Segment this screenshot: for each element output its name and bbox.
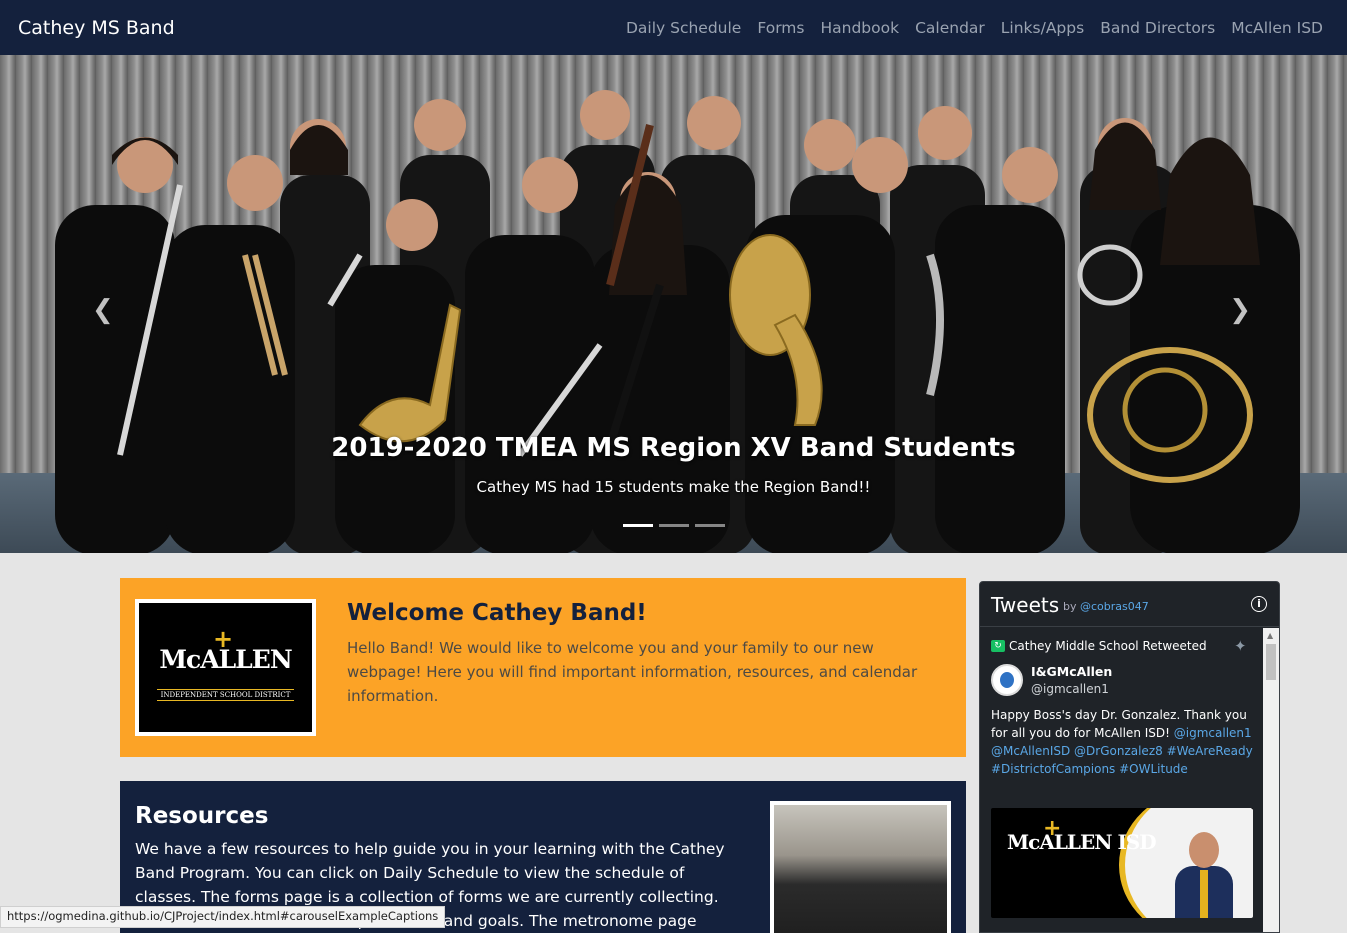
twitter-timeline: Tweets by @cobras047 i ↻ Cathey Middle S… [979,581,1280,933]
twitter-scrollbar[interactable]: ▲ [1263,628,1279,932]
brand-link[interactable]: Cathey MS Band [18,17,175,39]
carousel-indicator-2[interactable] [659,524,689,527]
nav-link-daily-schedule[interactable]: Daily Schedule [626,19,741,37]
welcome-title: Welcome Cathey Band! [347,600,647,626]
carousel-prev-icon[interactable]: ❮ [92,295,114,325]
nav-link-forms[interactable]: Forms [757,19,804,37]
carousel-indicator-3[interactable] [695,524,725,527]
scroll-up-icon[interactable]: ▲ [1267,631,1273,640]
twitter-bird-icon[interactable]: ✦ [1234,637,1247,655]
carousel-next-icon[interactable]: ❯ [1229,295,1251,325]
welcome-section: + McALLEN INDEPENDENT SCHOOL DISTRICT We… [120,578,966,757]
twitter-title: Tweets [991,593,1060,617]
twitter-by-label: by [1063,600,1077,613]
nav-link-calendar[interactable]: Calendar [915,19,985,37]
hero-carousel: ❮ ❯ 2019-2020 TMEA MS Region XV Band Stu… [0,55,1347,553]
resources-title: Resources [135,803,269,829]
carousel-caption-text: Cathey MS had 15 students make the Regio… [476,478,871,496]
browser-status-url: https://ogmedina.github.io/CJProject/ind… [0,906,446,928]
twitter-header: Tweets by @cobras047 i [980,582,1279,627]
mcallen-logo: + McALLEN INDEPENDENT SCHOOL DISTRICT [135,599,316,736]
avatar[interactable] [991,664,1023,696]
welcome-text: Hello Band! We would like to welcome you… [347,639,918,705]
carousel-caption-title: 2019-2020 TMEA MS Region XV Band Student… [331,433,1016,463]
tweet-media-image[interactable]: + McALLEN ISD [991,808,1253,918]
carousel-indicator-1[interactable] [623,524,653,527]
tweet-text: Happy Boss's day Dr. Gonzalez. Thank you… [991,706,1253,778]
media-person-tie [1200,870,1208,918]
retweet-label: ↻ Cathey Middle School Retweeted [991,639,1207,653]
scrollbar-thumb[interactable] [1266,644,1276,680]
navbar: Cathey MS Band Daily Schedule Forms Hand… [0,0,1347,55]
nav-link-handbook[interactable]: Handbook [820,19,899,37]
tweet-author-name[interactable]: I&GMcAllen [1031,664,1112,679]
media-logo-text: McALLEN ISD [1007,830,1157,854]
nav-link-mcallen-isd[interactable]: McAllen ISD [1231,19,1323,37]
retweet-icon: ↻ [991,640,1005,652]
tweet-author-handle[interactable]: @igmcallen1 [1031,682,1109,696]
twitter-handle-link[interactable]: @cobras047 [1080,600,1149,613]
nav-links: Daily Schedule Forms Handbook Calendar L… [626,19,1323,37]
retweet-text: Cathey Middle School Retweeted [1009,639,1207,653]
carousel-indicators [623,524,725,527]
band-group-photo-image [774,805,947,933]
mcallen-logo-inner: + McALLEN INDEPENDENT SCHOOL DISTRICT [139,603,312,732]
media-person [1175,832,1233,918]
nav-link-links-apps[interactable]: Links/Apps [1001,19,1084,37]
media-person-head [1189,832,1219,868]
logo-subtext: INDEPENDENT SCHOOL DISTRICT [157,689,294,701]
twitter-by: by @cobras047 [1063,600,1149,613]
nav-link-band-directors[interactable]: Band Directors [1100,19,1215,37]
info-icon[interactable]: i [1251,596,1267,612]
logo-text: McALLEN [159,645,292,674]
band-group-photo [770,801,951,933]
